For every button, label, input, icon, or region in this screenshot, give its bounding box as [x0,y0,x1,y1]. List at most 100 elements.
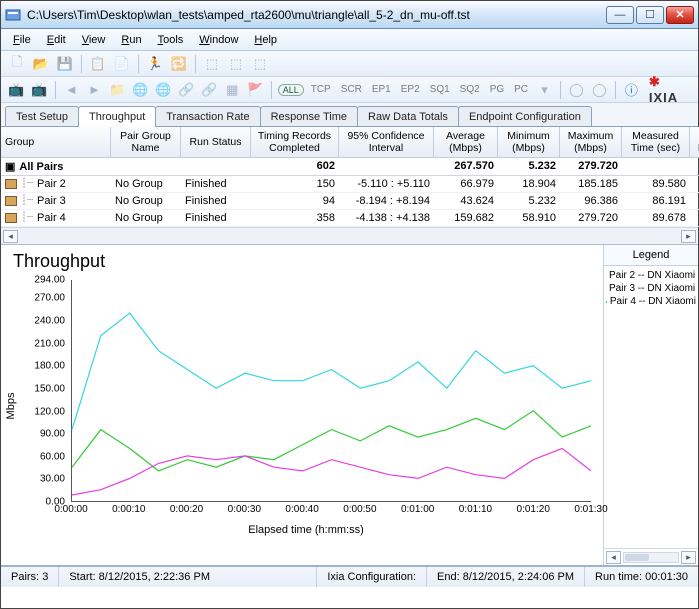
legend-title: Legend [604,245,698,266]
legend-label: Pair 2 -- DN Xiaomi I [609,270,698,281]
window-title: C:\Users\Tim\Desktop\wlan_tests\amped_rt… [27,8,606,22]
run-icon[interactable]: 🏃 [145,54,165,74]
proto-ep2[interactable]: EP2 [398,83,423,96]
open-icon[interactable]: 📂 [31,54,51,74]
proto-sq1[interactable]: SQ1 [427,83,453,96]
table-row[interactable]: ┊┈ Pair 3No GroupFinished94-8.194 : +8.1… [1,193,698,210]
legend-item[interactable]: Pair 4 -- DN Xiaomi [606,296,696,307]
table-row[interactable]: ┊┈ Pair 4No GroupFinished358-4.138 : +4.… [1,210,698,227]
tab-transaction-rate[interactable]: Transaction Rate [155,106,260,126]
legend-item[interactable]: Pair 3 -- DN Xiaomi I [606,283,696,294]
y-tick: 240.00 [34,315,65,326]
close-button[interactable]: ✕ [666,6,694,24]
orb-icon-2[interactable]: ◯ [590,80,609,100]
menu-help[interactable]: Help [248,32,283,48]
tab-response-time[interactable]: Response Time [260,106,358,126]
proto-pg[interactable]: PG [487,83,507,96]
legend-scroll-right-icon[interactable]: ▸ [681,551,696,564]
prev-icon[interactable]: ◄ [62,80,81,100]
col-max[interactable]: Maximum (Mbps) [560,127,622,158]
legend-label: Pair 4 -- DN Xiaomi [610,296,696,307]
col-run-status[interactable]: Run Status [181,127,251,158]
stop-icon[interactable]: 🔁 [169,54,189,74]
next-icon[interactable]: ► [85,80,104,100]
x-tick: 0:00:10 [112,504,145,515]
titlebar: C:\Users\Tim\Desktop\wlan_tests\amped_rt… [1,1,698,29]
filter-all[interactable]: ALL [278,84,304,96]
endpoint-icon-2[interactable]: 📺 [30,80,49,100]
orb-icon-1[interactable]: ◯ [567,80,586,100]
maximize-button[interactable]: ☐ [636,6,664,24]
y-tick: 210.00 [34,338,65,349]
net-icon-2[interactable]: 🌐 [154,80,173,100]
col-ci[interactable]: 95% Confidence Interval [339,127,434,158]
tab-test-setup[interactable]: Test Setup [5,106,79,126]
legend-scroll-left-icon[interactable]: ◂ [606,551,621,564]
tool-icon-2[interactable]: ⬚ [226,54,246,74]
menu-view[interactable]: View [76,32,112,48]
chevron-down-icon[interactable]: ▾ [535,80,554,100]
status-runtime: Run time: 00:01:30 [585,567,698,587]
col-rp[interactable]: Relative Precision [690,127,699,158]
pair-icon [5,179,17,189]
paste-icon[interactable]: 📄 [112,54,132,74]
col-timing[interactable]: Timing Records Completed [251,127,339,158]
col-mt[interactable]: Measured Time (sec) [622,127,690,158]
menu-window[interactable]: Window [193,32,244,48]
proto-sq2[interactable]: SQ2 [457,83,483,96]
legend-item[interactable]: Pair 2 -- DN Xiaomi I [606,270,696,281]
tab-raw-data-totals[interactable]: Raw Data Totals [357,106,459,126]
link-icon-1[interactable]: 🔗 [177,80,196,100]
chart-panel: Throughput Mbps 0.0030.0060.0090.00120.0… [1,245,603,565]
x-tick: 0:00:20 [170,504,203,515]
tool-icon-1[interactable]: ⬚ [202,54,222,74]
grid-row-totals[interactable]: ▣ All Pairs 602 267.570 5.232 279.720 [1,158,698,176]
net-icon-1[interactable]: 🌐 [131,80,150,100]
status-end: End: 8/12/2015, 2:24:06 PM [427,567,585,587]
y-tick: 90.00 [40,429,65,440]
minimize-button[interactable]: — [606,6,634,24]
menu-tools[interactable]: Tools [152,32,190,48]
tab-endpoint-configuration[interactable]: Endpoint Configuration [458,106,592,126]
y-tick: 150.00 [34,383,65,394]
tool-icon-3[interactable]: ⬚ [250,54,270,74]
pair-icon [5,213,17,223]
menubar: File Edit View Run Tools Window Help [1,29,698,51]
grid-hscroll[interactable]: ◂ ▸ [1,227,698,244]
chart-plot[interactable] [71,280,591,502]
menu-run[interactable]: Run [115,32,147,48]
copy-icon[interactable]: 📋 [88,54,108,74]
menu-file[interactable]: File [7,32,37,48]
x-tick: 0:01:30 [574,504,607,515]
x-tick: 0:00:30 [228,504,261,515]
save-icon[interactable]: 💾 [55,54,75,74]
legend-hscroll[interactable]: ◂ ▸ [604,548,698,565]
flag-icon[interactable]: 🚩 [246,80,265,100]
proto-ep1[interactable]: EP1 [369,83,394,96]
scroll-right-icon[interactable]: ▸ [681,230,696,243]
menu-edit[interactable]: Edit [41,32,72,48]
status-ixia: Ixia Configuration: [317,567,427,587]
info-icon[interactable]: ⓘ [622,80,641,100]
endpoint-icon-1[interactable]: 📺 [7,80,26,100]
y-tick: 120.00 [34,406,65,417]
brand-logo: ✱ IXIA [649,74,692,105]
chart-title: Throughput [13,251,599,272]
table-row[interactable]: ┊┈ Pair 2No GroupFinished150-5.110 : +5.… [1,176,698,193]
scroll-left-icon[interactable]: ◂ [3,230,18,243]
proto-tcp[interactable]: TCP [308,83,334,96]
proto-scr[interactable]: SCR [338,83,365,96]
col-group[interactable]: Group [1,127,111,158]
proto-pc[interactable]: PC [511,83,531,96]
new-icon[interactable]: 🗋 [7,54,27,74]
col-pair-group[interactable]: Pair Group Name [111,127,181,158]
link-icon-2[interactable]: 🔗 [200,80,219,100]
col-avg[interactable]: Average (Mbps) [434,127,498,158]
collapse-icon[interactable]: ▣ [5,160,15,173]
folder-icon[interactable]: 📁 [108,80,127,100]
col-min[interactable]: Minimum (Mbps) [498,127,560,158]
series-line [72,411,591,471]
grid-icon[interactable]: ▦ [223,80,242,100]
y-tick: 294.00 [34,275,65,286]
tab-throughput[interactable]: Throughput [78,106,156,127]
